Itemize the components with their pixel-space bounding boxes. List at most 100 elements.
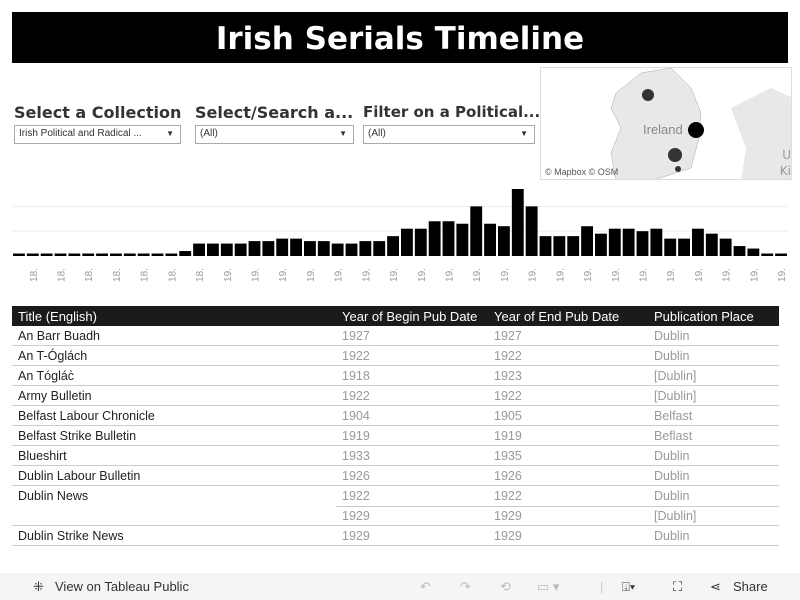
revert-icon[interactable]: ⟲ [500,579,511,595]
search-dropdown[interactable]: (All) ▼ [195,125,354,144]
timeline-bar[interactable] [692,228,704,256]
table-cell: Dublin [654,449,690,463]
timeline-bar[interactable] [747,248,760,256]
share-icon[interactable]: ⋖ [710,579,721,595]
table-cell: 1929 [494,509,522,523]
timeline-bar[interactable] [636,231,649,256]
timeline-bar[interactable] [775,253,787,256]
timeline-bar[interactable] [470,206,483,256]
timeline-bar[interactable] [345,243,358,256]
timeline-bar[interactable] [442,221,455,256]
column-header[interactable]: Title (English) [18,309,97,324]
timeline-bar[interactable] [650,228,663,256]
table-row[interactable]: Dublin Strike News 1929 1929 Dublin [12,526,779,546]
timeline-bar[interactable] [123,253,136,256]
table-cell: 1926 [342,469,370,483]
timeline-bar[interactable] [456,223,469,256]
table-row[interactable]: An T-Óglách 1922 1922 Dublin [12,346,779,366]
refresh-icon[interactable]: ▭ ▾ [537,579,559,595]
timeline-bar[interactable] [387,236,399,256]
timeline-bar[interactable] [193,243,205,256]
timeline-bar[interactable] [220,243,233,256]
timeline-bar[interactable] [484,223,496,256]
x-tick-label: 19. [361,268,372,282]
table-row[interactable]: Army Bulletin 1922 1922 [Dublin] [12,386,779,406]
column-header[interactable]: Year of End Pub Date [494,309,619,324]
timeline-bar[interactable] [428,221,441,256]
timeline-bar[interactable] [248,241,261,256]
collection-dropdown[interactable]: Irish Political and Radical ... ▼ [14,125,181,144]
table-row[interactable]: Belfast Strike Bulletin 1919 1919 Beflast [12,426,779,446]
table-cell: 1919 [494,429,522,443]
timeline-bar[interactable] [678,238,690,256]
timeline-bar[interactable] [553,236,566,256]
timeline-bar[interactable] [13,253,25,256]
map-view[interactable]: Ireland U Ki © Mapbox © OSM [540,67,792,180]
view-on-tableau-link[interactable]: View on Tableau Public [55,579,189,594]
timeline-bar[interactable] [304,241,316,256]
timeline-bar[interactable] [331,243,344,256]
timeline-bar[interactable] [26,253,39,256]
timeline-bar[interactable] [608,228,621,256]
timeline-bar[interactable] [262,241,275,256]
timeline-bar[interactable] [511,189,524,256]
map-point[interactable] [668,148,682,162]
timeline-bar[interactable] [151,253,164,256]
timeline-bar[interactable] [581,226,593,256]
timeline-bar[interactable] [498,226,510,256]
timeline-bar[interactable] [234,243,247,256]
map-point[interactable] [675,166,681,172]
timeline-bar[interactable] [96,253,108,256]
timeline-bar[interactable] [137,253,150,256]
timeline-bar[interactable] [705,233,718,256]
timeline-bar[interactable] [414,228,427,256]
table-cell: An T-Óglách [18,349,88,363]
political-dropdown[interactable]: (All) ▼ [363,125,535,144]
timeline-bar[interactable] [664,238,677,256]
table-row[interactable]: Blueshirt 1933 1935 Dublin [12,446,779,466]
timeline-bar[interactable] [567,236,580,256]
table-cell: 1919 [342,429,370,443]
timeline-bar[interactable] [165,253,178,256]
timeline-bar[interactable] [595,233,607,256]
timeline-bar[interactable] [276,238,289,256]
column-header[interactable]: Publication Place [654,309,754,324]
timeline-bar[interactable] [40,253,53,256]
timeline-bar[interactable] [82,253,95,256]
undo-icon[interactable]: ↶ [420,579,431,595]
fullscreen-icon[interactable]: ⛶ [673,579,682,595]
timeline-bar[interactable] [401,228,413,256]
redo-icon[interactable]: ↷ [460,579,471,595]
timeline-bar[interactable] [733,246,746,256]
download-icon[interactable]: ⍗▾ [622,579,635,595]
timeline-bar[interactable] [359,241,372,256]
timeline-bar[interactable] [179,251,192,256]
timeline-bar[interactable] [761,253,774,256]
map-point[interactable] [688,122,704,138]
table-row[interactable]: Dublin Labour Bulletin 1926 1926 Dublin [12,466,779,486]
timeline-bar[interactable] [110,253,122,256]
column-header[interactable]: Year of Begin Pub Date [342,309,477,324]
timeline-bar[interactable] [539,236,552,256]
timeline-bar-chart: 18. 18. 18. 18. 18. 18. 18. 19. 19. 19. 19. 19. 19. 1… [12,189,788,282]
share-button[interactable]: Share [733,579,768,594]
timeline-bar[interactable] [622,228,635,256]
timeline-bar[interactable] [207,243,219,256]
table-row[interactable]: Dublin News 1922 1922 Dublin [12,486,779,507]
timeline-bar[interactable] [373,241,386,256]
table-cell: [Dublin] [654,389,697,403]
x-tick-label: 19. [583,268,594,282]
timeline-bar[interactable] [317,241,330,256]
timeline-bar[interactable] [525,206,538,256]
timeline-bar[interactable] [68,253,81,256]
table-row[interactable]: Belfast Labour Chronicle 1904 1905 Belfast [12,406,779,426]
table-row[interactable]: An Tóglác̀ 1918 1923 [Dublin] [12,366,779,386]
dropdown-value: (All) [200,128,218,139]
x-tick-label: 19. [445,268,456,282]
table-row[interactable]: An Barr Buadh 1927 1927 Dublin [12,326,779,346]
timeline-bar[interactable] [54,253,67,256]
timeline-bar[interactable] [290,238,302,256]
table-row[interactable]: 1929 1929 [Dublin] [12,506,779,526]
map-point[interactable] [642,89,654,101]
timeline-bar[interactable] [719,238,732,256]
